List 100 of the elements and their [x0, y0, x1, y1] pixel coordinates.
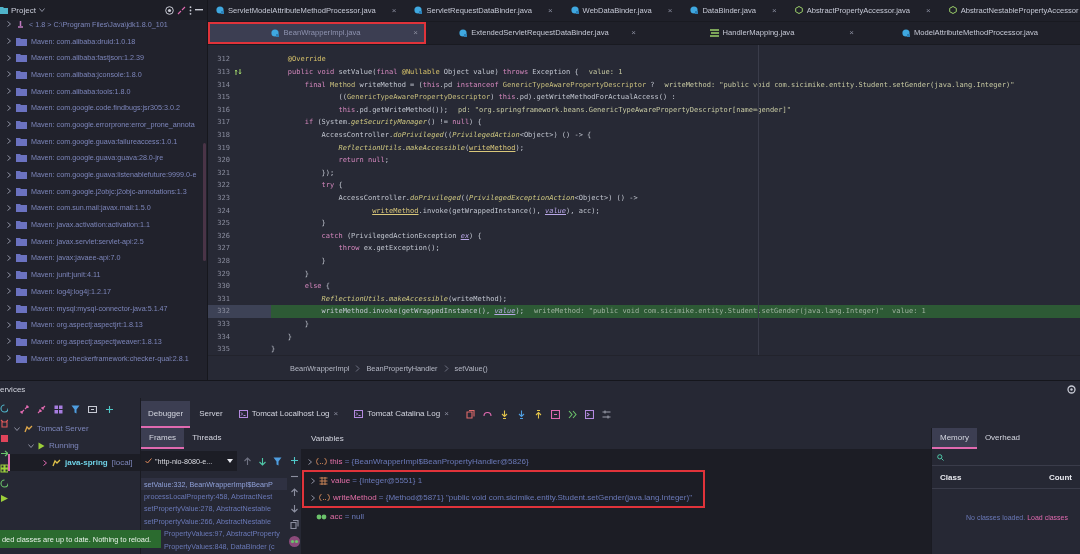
sub-tab[interactable]: Memory: [932, 428, 977, 449]
force-step-into-icon[interactable]: [516, 410, 526, 419]
variable-row[interactable]: writeMethod = {Method@5871} "public void com.sicimike.entity.Student.setGender(java.lang.Integer)": [304, 489, 703, 506]
rerun-icon[interactable]: [0, 404, 8, 413]
chevron-right-icon[interactable]: [6, 321, 12, 328]
close-icon[interactable]: ×: [772, 5, 777, 15]
new-tab-icon[interactable]: [88, 404, 97, 414]
chevron-right-icon[interactable]: [6, 71, 12, 78]
close-icon[interactable]: ×: [413, 28, 418, 38]
play-icon[interactable]: [0, 494, 8, 503]
chevron-down-icon[interactable]: [28, 442, 34, 449]
expand-icon[interactable]: [20, 404, 29, 414]
close-icon[interactable]: ×: [547, 5, 553, 15]
minimize-icon[interactable]: [195, 9, 203, 11]
down-arrow-icon[interactable]: [258, 456, 267, 466]
hexagon-file-icon: [794, 6, 803, 15]
collapse-icon[interactable]: [177, 5, 186, 15]
folder-icon: [16, 353, 27, 363]
more-icon[interactable]: [189, 5, 192, 15]
chevron-right-icon[interactable]: [6, 204, 12, 211]
step-icon[interactable]: [0, 449, 8, 458]
run-to-cursor-icon[interactable]: [567, 410, 577, 419]
chevron-right-icon[interactable]: [6, 21, 12, 28]
folder-icon: [16, 136, 27, 146]
chevron-right-icon[interactable]: [42, 459, 48, 466]
close-icon[interactable]: ×: [333, 409, 339, 418]
variable-row[interactable]: acc = null: [301, 508, 931, 525]
folder-icon: [16, 286, 27, 296]
folder-icon: [16, 86, 27, 96]
grid-icon[interactable]: [0, 464, 8, 473]
drop-frame-icon[interactable]: [550, 410, 560, 419]
up-arrow-icon[interactable]: [289, 488, 299, 497]
filter-icon[interactable]: [273, 456, 282, 466]
chevron-right-icon[interactable]: [6, 221, 12, 228]
chevron-right-icon[interactable]: [6, 138, 12, 145]
tool-tab[interactable]: Tomcat Catalina Log ×: [347, 401, 456, 428]
chevron-right-icon[interactable]: [6, 288, 12, 295]
chevron-right-icon[interactable]: [310, 477, 316, 484]
chevron-right-icon[interactable]: [310, 494, 316, 501]
target-icon[interactable]: [165, 5, 174, 15]
settings-icon[interactable]: [1067, 385, 1076, 394]
service-tree-item[interactable]: Running: [8, 437, 140, 454]
bug-icon[interactable]: [0, 419, 8, 428]
tool-tab[interactable]: Server: [192, 401, 230, 428]
column-header[interactable]: Count: [1048, 472, 1072, 482]
filter-icon[interactable]: [71, 404, 80, 414]
chevron-right-icon[interactable]: [6, 305, 12, 312]
stop-icon[interactable]: [0, 434, 8, 443]
add-icon[interactable]: [289, 456, 299, 465]
chevron-right-icon[interactable]: [6, 238, 12, 245]
close-icon[interactable]: ×: [444, 409, 449, 418]
chevron-down-icon[interactable]: [38, 7, 45, 13]
step-over-icon[interactable]: [482, 410, 492, 419]
scrollbar[interactable]: [203, 143, 206, 261]
chevron-right-icon[interactable]: [6, 355, 12, 362]
close-icon[interactable]: ×: [926, 5, 931, 15]
variable-row[interactable]: this = {BeanWrapperImpl$BeanPropertyHandler@5826}: [301, 453, 931, 470]
chevron-right-icon[interactable]: [6, 188, 12, 195]
tool-tab[interactable]: Debugger: [141, 401, 191, 428]
chevron-right-icon[interactable]: [6, 38, 12, 45]
glasses-icon[interactable]: [288, 536, 300, 547]
chevron-right-icon[interactable]: [6, 171, 12, 178]
chevron-right-icon[interactable]: [6, 254, 12, 261]
tool-tab[interactable]: Tomcat Localhost Log ×: [231, 401, 346, 428]
pane-title: Variables: [311, 434, 344, 443]
grid-icon[interactable]: [54, 404, 63, 414]
chevron-right-icon[interactable]: [6, 154, 12, 161]
chevron-right-icon[interactable]: [6, 54, 12, 61]
close-icon[interactable]: ×: [391, 5, 397, 15]
close-icon[interactable]: ×: [667, 5, 673, 15]
close-icon[interactable]: ×: [631, 28, 636, 38]
override-marker-icon[interactable]: [234, 68, 242, 77]
collapse-icon[interactable]: [37, 404, 46, 414]
add-icon[interactable]: [105, 404, 114, 414]
up-arrow-icon[interactable]: [243, 456, 252, 466]
column-header[interactable]: Class: [940, 472, 962, 482]
sub-tab[interactable]: Overhead: [976, 428, 1029, 449]
sliders-icon[interactable]: [601, 410, 611, 419]
evaluate-icon[interactable]: [584, 410, 594, 419]
close-icon[interactable]: ×: [849, 28, 854, 38]
run-icon: [38, 441, 45, 450]
chevron-right-icon[interactable]: [6, 271, 12, 278]
chevron-right-icon[interactable]: [6, 121, 12, 128]
chevron-right-icon[interactable]: [6, 338, 12, 345]
sub-tab[interactable]: Threads: [184, 428, 230, 449]
step-into-icon[interactable]: [499, 410, 509, 419]
chevron-down-icon[interactable]: [14, 425, 20, 432]
sub-tab[interactable]: Frames: [141, 428, 185, 449]
variable-row[interactable]: value = {Integer@5551} 1: [304, 472, 703, 489]
service-tree-item[interactable]: Tomcat Server: [8, 420, 140, 437]
step-out-icon[interactable]: [533, 410, 543, 419]
chevron-right-icon[interactable]: [6, 104, 12, 111]
folder-icon: [16, 103, 27, 113]
chevron-right-icon[interactable]: [6, 88, 12, 95]
down-arrow-icon[interactable]: [289, 504, 299, 513]
service-tree-item[interactable]: java-spring [local]: [8, 454, 140, 471]
copy-icon[interactable]: [289, 520, 299, 529]
frames-icon[interactable]: [465, 410, 475, 419]
refresh-icon[interactable]: [0, 479, 8, 488]
chevron-right-icon[interactable]: [307, 458, 313, 465]
